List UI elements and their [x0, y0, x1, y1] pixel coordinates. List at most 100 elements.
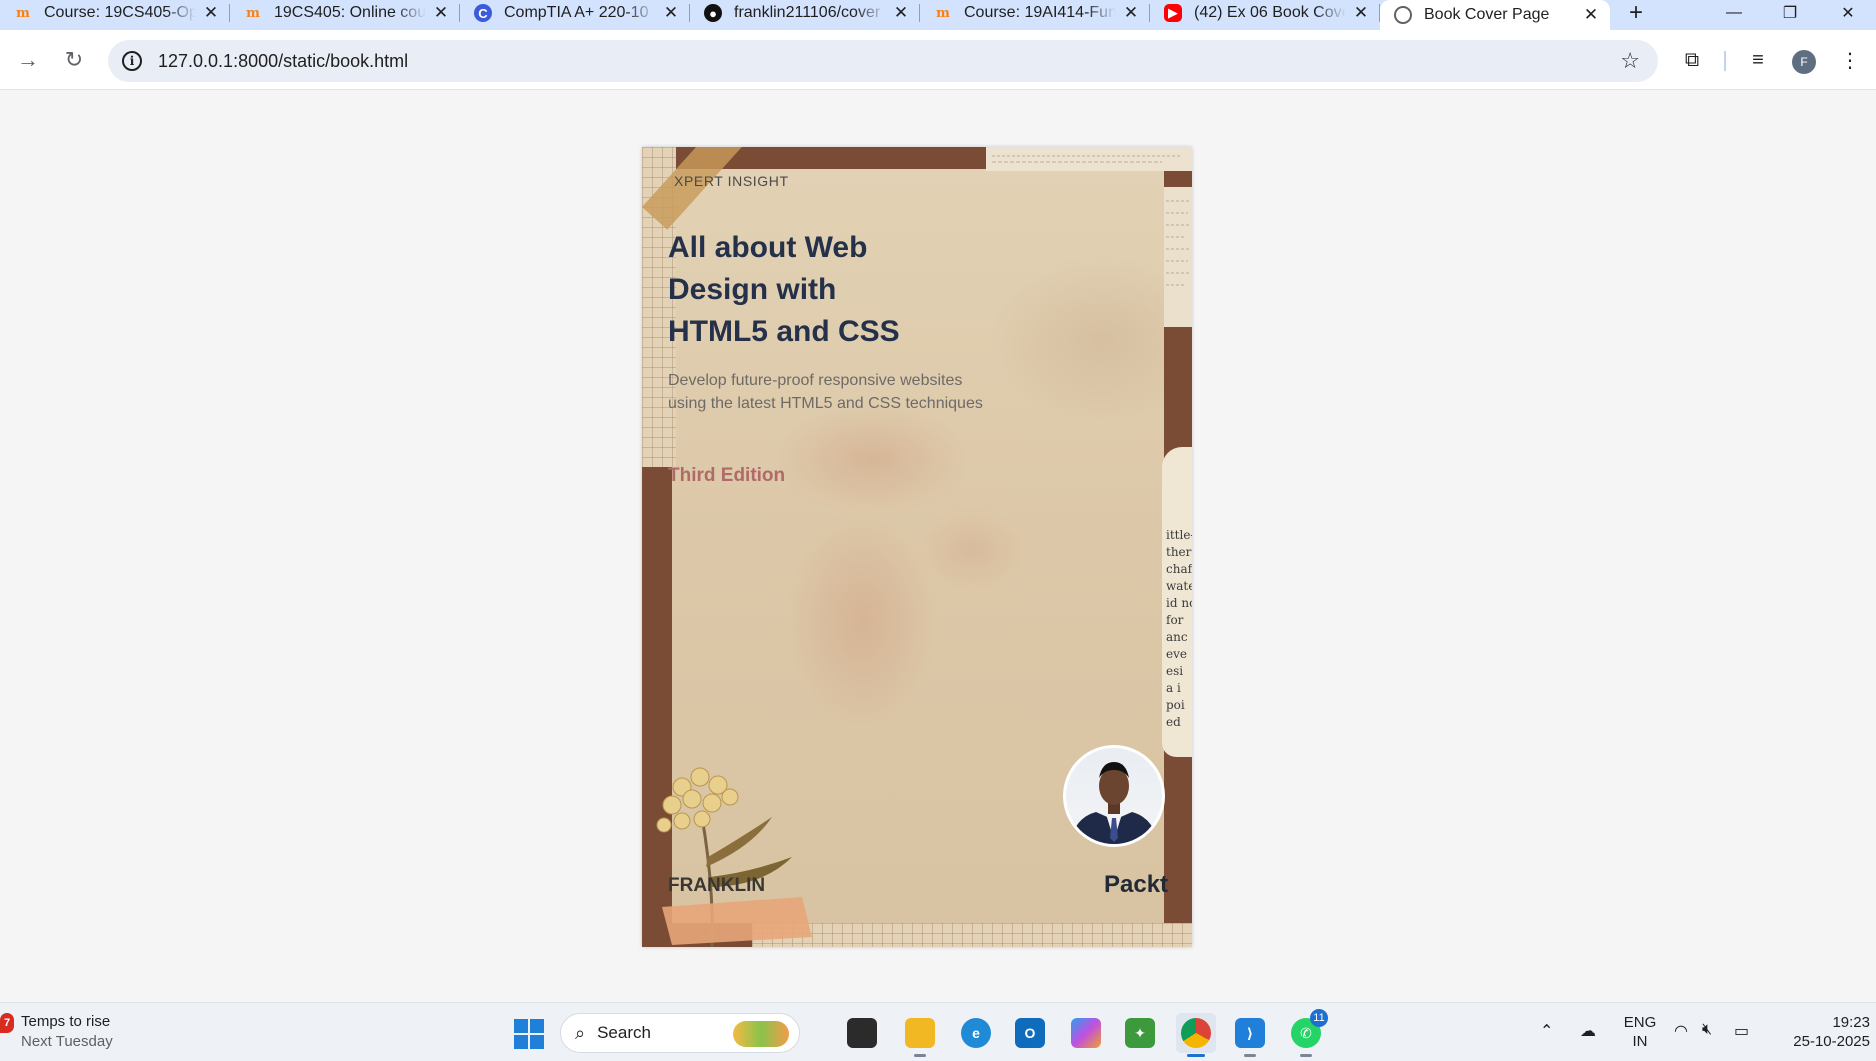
- clock-time: 19:23: [1832, 1014, 1870, 1031]
- close-tab-icon[interactable]: ✕: [662, 3, 680, 22]
- site-info-icon[interactable]: i: [122, 51, 142, 71]
- extensions-icon[interactable]: ⧉: [1676, 44, 1708, 76]
- browser-toolbar: → ↻ i 127.0.0.1:8000/static/book.html ☆ …: [0, 30, 1876, 90]
- newsprint-right-top-scrap: [1164, 187, 1192, 327]
- whatsapp-button[interactable]: ✆ 11: [1286, 1009, 1328, 1057]
- minimize-icon[interactable]: —: [1710, 0, 1758, 26]
- menu-icon[interactable]: ⋮: [1834, 44, 1866, 76]
- file-explorer-button[interactable]: [900, 1013, 940, 1057]
- region-code: IN: [1632, 1033, 1648, 1050]
- tab-online-course[interactable]: m 19CS405: Online cou ✕: [230, 0, 460, 26]
- newsprint-word: there: [1166, 545, 1192, 559]
- running-indicator: [914, 1054, 926, 1057]
- tab-course-19ai414[interactable]: m Course: 19AI414-Fun ✕: [920, 0, 1150, 26]
- windows-taskbar: 7 Temps to rise Next Tuesday ⌕ Search e …: [0, 1002, 1876, 1061]
- youtube-icon: ▶: [1164, 4, 1182, 22]
- reload-icon[interactable]: ↻: [58, 44, 90, 76]
- input-language-indicator[interactable]: ENG IN: [1622, 1013, 1658, 1051]
- page-viewport: ittle-t there chaffi wate id no for anc …: [0, 91, 1876, 1002]
- author-portrait: [1070, 762, 1158, 844]
- github-icon: ●: [704, 4, 722, 22]
- author-photo: [1063, 745, 1165, 847]
- close-tab-icon[interactable]: ✕: [892, 3, 910, 22]
- wifi-icon[interactable]: ◠: [1674, 1021, 1688, 1041]
- comptia-icon: C: [474, 4, 492, 22]
- title-line: All about Web: [668, 231, 868, 264]
- tab-book-cover-page[interactable]: Book Cover Page ✕: [1380, 0, 1610, 30]
- start-button[interactable]: [514, 1019, 544, 1049]
- moodle-icon: m: [246, 5, 260, 21]
- vscode-button[interactable]: ⟩: [1230, 1013, 1270, 1057]
- search-highlight-graphic: [733, 1021, 789, 1047]
- newsprint-word: ed: [1166, 715, 1181, 729]
- outlook-icon: O: [1015, 1018, 1045, 1048]
- globe-icon: [1394, 6, 1412, 24]
- volume-muted-icon[interactable]: 🔇︎: [1702, 1021, 1712, 1039]
- tab-comptia[interactable]: C CompTIA A+ 220-10 ✕: [460, 0, 690, 26]
- running-indicator: [1244, 1054, 1256, 1057]
- active-indicator: [1187, 1054, 1205, 1057]
- close-tab-icon[interactable]: ✕: [1352, 3, 1370, 22]
- folder-icon: [905, 1018, 935, 1048]
- close-tab-icon[interactable]: ✕: [432, 3, 450, 22]
- newsprint-word: esi: [1166, 664, 1184, 678]
- show-hidden-icons-chevron-icon[interactable]: ⌃: [1540, 1021, 1553, 1041]
- newsprint-word: wate: [1166, 579, 1192, 593]
- game-app-button[interactable]: ✦: [1120, 1013, 1160, 1053]
- tab-course-19cs405[interactable]: m Course: 19CS405-Op ✕: [0, 0, 230, 26]
- newsprint-word: ittle-t: [1166, 528, 1192, 542]
- book-cover: ittle-t there chaffi wate id no for anc …: [642, 147, 1192, 947]
- system-clock[interactable]: 19:23 25-10-2025: [1770, 1013, 1870, 1051]
- vscode-icon: ⟩: [1235, 1018, 1265, 1048]
- close-tab-icon[interactable]: ✕: [1122, 3, 1140, 22]
- newsprint-word: anc: [1166, 630, 1188, 644]
- author-name: FRANKLIN: [668, 875, 766, 896]
- newsprint-word: chaffi: [1166, 562, 1192, 576]
- dried-flower-illustration: [656, 767, 812, 947]
- tab-youtube-video[interactable]: ▶ (42) Ex 06 Book Cove ✕: [1150, 0, 1380, 26]
- subtitle-line: Develop future-proof responsive websites: [668, 372, 963, 389]
- chrome-button[interactable]: [1176, 1013, 1216, 1057]
- start-logo-pane: [514, 1019, 528, 1033]
- close-window-icon[interactable]: ✕: [1824, 0, 1872, 26]
- publisher-logo: Packt: [1104, 871, 1169, 898]
- tab-github-cover[interactable]: ● franklin211106/cover ✕: [690, 0, 920, 26]
- battery-icon[interactable]: ▭: [1734, 1021, 1749, 1041]
- close-tab-icon[interactable]: ✕: [202, 3, 220, 22]
- newsprint-word: id no: [1166, 596, 1192, 610]
- new-tab-button[interactable]: +: [1618, 0, 1654, 26]
- start-logo-pane: [530, 1035, 544, 1049]
- weather-widget-title[interactable]: Temps to rise: [21, 1013, 110, 1030]
- media-controls-icon[interactable]: ≡: [1742, 44, 1774, 76]
- onedrive-cloud-icon[interactable]: ☁: [1580, 1021, 1596, 1041]
- forward-icon[interactable]: →: [12, 44, 44, 76]
- tab-strip: m Course: 19CS405-Op ✕ m 19CS405: Online…: [0, 0, 1876, 30]
- bookmark-star-icon[interactable]: ☆: [1620, 48, 1640, 74]
- close-tab-icon[interactable]: ✕: [1582, 5, 1600, 24]
- weather-temperature-badge[interactable]: 7: [0, 1013, 14, 1033]
- url-text[interactable]: 127.0.0.1:8000/static/book.html: [158, 51, 408, 72]
- taskbar-search[interactable]: ⌕ Search: [560, 1013, 800, 1053]
- weather-widget-subtitle[interactable]: Next Tuesday: [21, 1033, 113, 1050]
- copilot-button[interactable]: [1066, 1013, 1106, 1053]
- running-indicator: [1300, 1054, 1312, 1057]
- newsprint-word: for: [1166, 613, 1184, 627]
- search-label: Search: [597, 1023, 651, 1042]
- title-line: Design with: [668, 273, 837, 306]
- moodle-icon: m: [16, 5, 30, 21]
- address-bar[interactable]: i 127.0.0.1:8000/static/book.html ☆: [108, 40, 1658, 82]
- start-logo-pane: [514, 1035, 528, 1049]
- copilot-icon: [1071, 1018, 1101, 1048]
- edge-button[interactable]: e: [956, 1013, 996, 1053]
- profile-avatar[interactable]: F: [1792, 50, 1816, 74]
- outlook-button[interactable]: O: [1010, 1013, 1050, 1053]
- start-logo-pane: [530, 1019, 544, 1033]
- moodle-icon: m: [936, 5, 950, 21]
- newsprint-word: eve: [1166, 647, 1187, 661]
- book-title: All about Web Design with HTML5 and CSS: [668, 227, 988, 353]
- task-view-button[interactable]: [842, 1013, 882, 1053]
- edition-label: Third Edition: [668, 465, 786, 486]
- title-line: HTML5 and CSS: [668, 315, 900, 348]
- language-code: ENG: [1623, 1014, 1657, 1031]
- restore-icon[interactable]: ❐: [1766, 0, 1814, 26]
